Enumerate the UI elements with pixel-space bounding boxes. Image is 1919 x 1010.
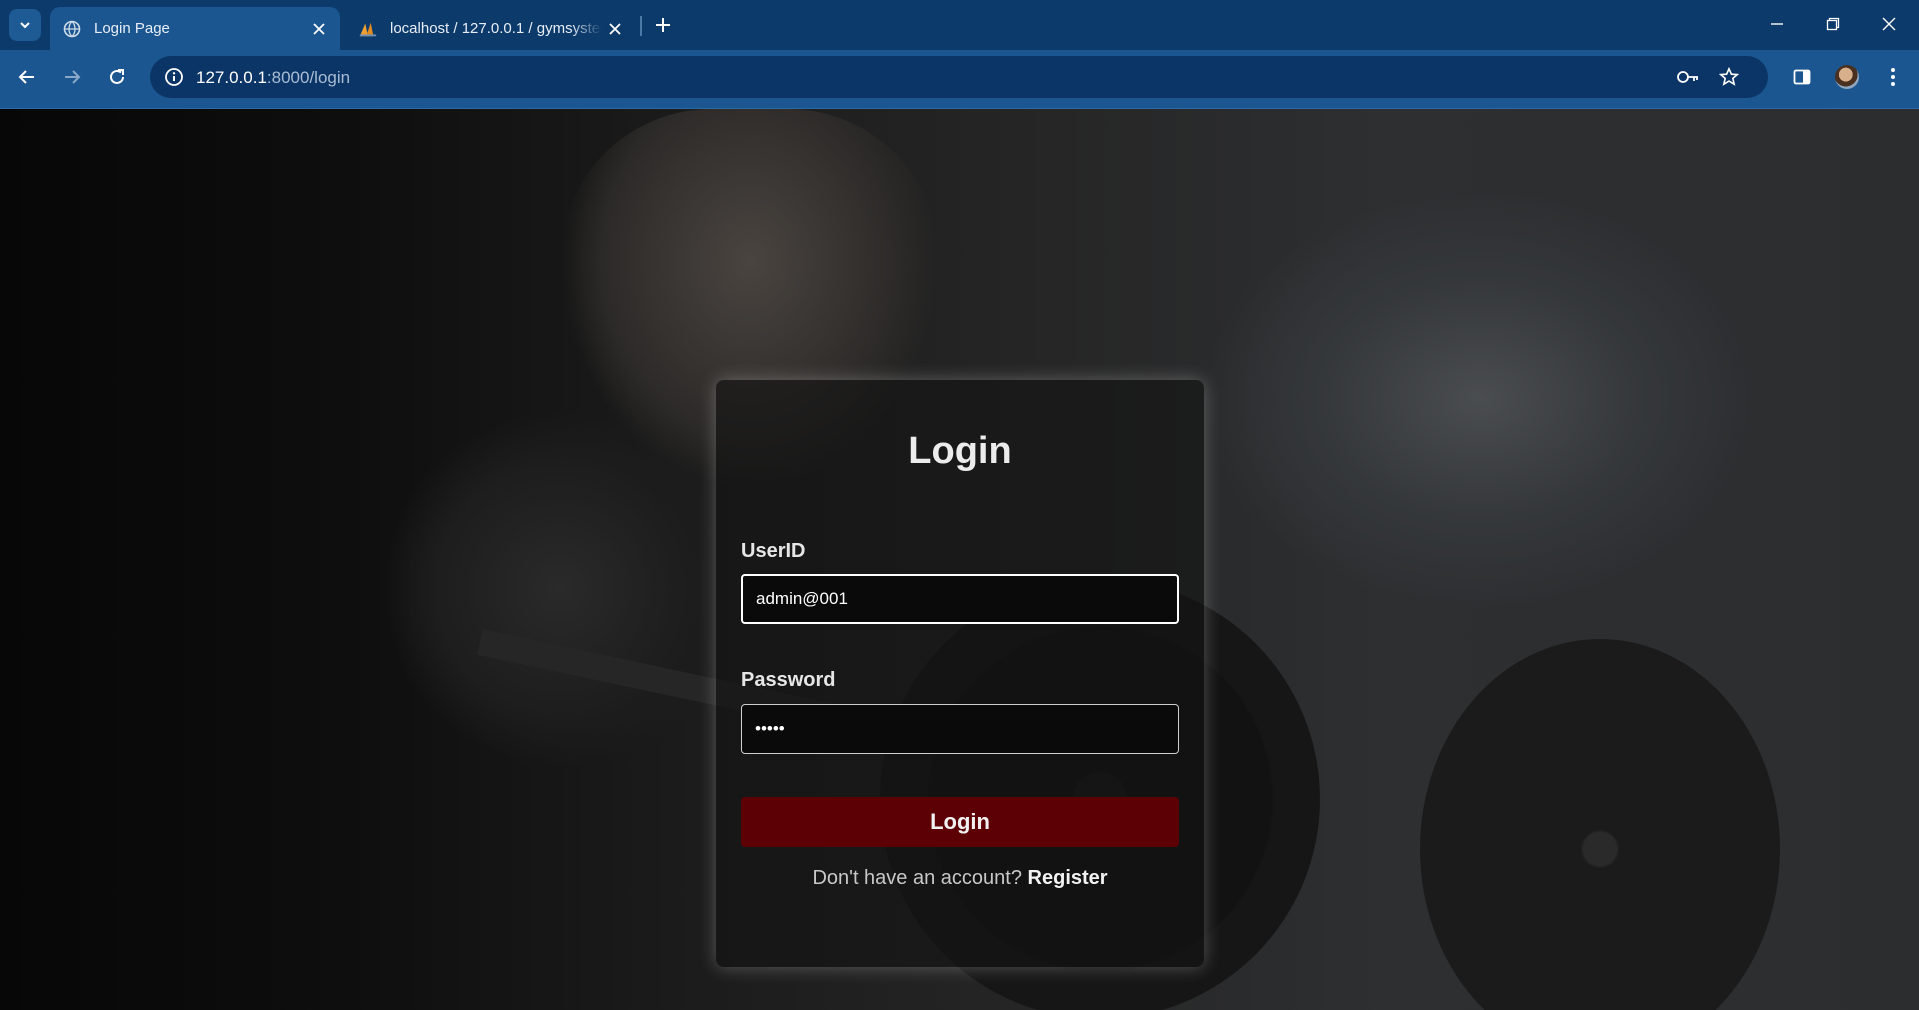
tab-title: Login Page — [94, 20, 170, 37]
forward-button[interactable] — [54, 59, 90, 95]
password-key-icon[interactable] — [1674, 63, 1702, 91]
address-bar[interactable]: 127.0.0.1:8000/login — [150, 56, 1768, 98]
globe-icon — [62, 19, 82, 39]
password-input[interactable] — [741, 704, 1179, 754]
page-background: Login UserID Password Login Don't have a… — [0, 109, 1919, 1010]
profile-button[interactable] — [1829, 59, 1865, 95]
restore-icon — [1826, 17, 1840, 31]
background-weight-plate — [1420, 639, 1780, 1010]
register-prompt: Don't have an account? — [812, 867, 1022, 889]
tab-search-button[interactable] — [9, 9, 41, 41]
close-tab-icon[interactable] — [306, 16, 332, 42]
close-window-button[interactable] — [1861, 6, 1917, 42]
reload-button[interactable] — [99, 59, 135, 95]
restore-button[interactable] — [1805, 6, 1861, 42]
login-title: Login — [908, 430, 1012, 472]
site-info-icon[interactable] — [160, 63, 188, 91]
background-gym-light — [1200, 189, 1760, 609]
browser-chrome: Login Page localhost / 127.0.0.1 / gymsy… — [0, 0, 1919, 109]
tab-phpmyadmin[interactable]: localhost / 127.0.0.1 / gymsystem — [346, 7, 636, 50]
register-link[interactable]: Register — [1028, 867, 1108, 889]
userid-label: UserID — [741, 540, 806, 562]
userid-input[interactable] — [741, 574, 1179, 624]
more-vert-icon — [1891, 68, 1895, 86]
side-panel-icon — [1793, 69, 1811, 85]
minimize-icon — [1771, 23, 1783, 25]
side-panel-button[interactable] — [1784, 59, 1820, 95]
tab-strip: Login Page localhost / 127.0.0.1 / gymsy… — [0, 0, 1919, 50]
arrow-left-icon — [18, 70, 34, 84]
close-tab-icon[interactable] — [602, 16, 628, 42]
url-host: 127.0.0.1 — [196, 68, 267, 87]
chevron-down-icon — [20, 22, 30, 29]
tab-title: localhost / 127.0.0.1 / gymsystem — [390, 20, 602, 37]
url-text: 127.0.0.1:8000/login — [196, 68, 350, 88]
tab-login-page[interactable]: Login Page — [50, 7, 340, 50]
back-button[interactable] — [9, 59, 45, 95]
close-icon — [1882, 17, 1896, 31]
plus-icon — [656, 18, 670, 32]
url-path: :8000/login — [266, 68, 351, 87]
login-card: Login UserID Password Login Don't have a… — [716, 380, 1204, 967]
tab-divider — [640, 16, 642, 36]
password-label: Password — [741, 669, 836, 691]
minimize-button[interactable] — [1749, 6, 1805, 42]
login-button[interactable]: Login — [741, 797, 1179, 847]
browser-toolbar: 127.0.0.1:8000/login — [0, 50, 1919, 109]
menu-button[interactable] — [1875, 59, 1911, 95]
reload-icon — [110, 69, 124, 84]
avatar — [1835, 65, 1859, 89]
new-tab-button[interactable] — [648, 10, 678, 40]
bookmark-star-icon[interactable] — [1715, 63, 1743, 91]
register-row: Don't have an account? Register — [716, 867, 1204, 890]
phpmyadmin-icon — [358, 19, 378, 39]
arrow-right-icon — [65, 70, 81, 84]
